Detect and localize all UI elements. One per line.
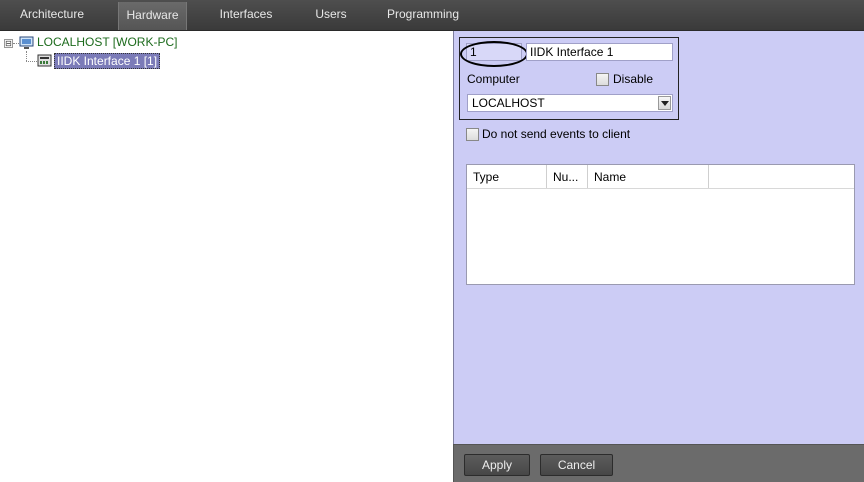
interface-module-icon <box>37 54 52 67</box>
cancel-button[interactable]: Cancel <box>540 454 613 476</box>
tab-architecture[interactable]: Architecture <box>8 0 96 30</box>
apply-button[interactable]: Apply <box>464 454 530 476</box>
monitor-icon <box>19 36 34 49</box>
chevron-down-icon[interactable] <box>658 96 671 110</box>
tab-users[interactable]: Users <box>305 0 357 30</box>
events-grid[interactable]: Type Nu... Name <box>466 164 855 285</box>
settings-panel: 1 IIDK Interface 1 Computer Disable LOCA… <box>453 31 864 444</box>
no-events-label: Do not send events to client <box>482 127 631 141</box>
object-settings-box: 1 IIDK Interface 1 Computer Disable LOCA… <box>459 37 679 120</box>
column-header-type[interactable]: Type <box>467 165 547 188</box>
action-bar: Apply Cancel <box>453 444 864 482</box>
main-tab-bar: Architecture Hardware Interfaces Users P… <box>0 0 864 31</box>
disable-label: Disable <box>613 72 654 86</box>
tab-interfaces[interactable]: Interfaces <box>210 0 282 30</box>
disable-checkbox[interactable] <box>596 73 609 86</box>
no-events-checkbox[interactable] <box>466 128 479 141</box>
column-header-name[interactable]: Name <box>588 165 709 188</box>
column-header-number[interactable]: Nu... <box>547 165 588 188</box>
tree-root-label: LOCALHOST [WORK-PC] <box>37 35 178 49</box>
hardware-tree: ⊟ LOCALHOST [WORK-PC] IIDK Interface 1 [… <box>0 31 453 481</box>
collapse-icon[interactable]: ⊟ <box>4 39 13 48</box>
computer-select-value: LOCALHOST <box>472 96 545 110</box>
grid-header: Type Nu... Name <box>467 165 854 189</box>
tree-child-label: IIDK Interface 1 [1] <box>54 53 161 69</box>
computer-label: Computer <box>467 72 520 86</box>
object-name-field[interactable]: IIDK Interface 1 <box>526 43 673 61</box>
tab-hardware[interactable]: Hardware <box>118 2 187 30</box>
computer-select[interactable]: LOCALHOST <box>467 94 673 112</box>
highlight-ellipse <box>460 41 528 67</box>
tab-programming[interactable]: Programming <box>386 0 460 30</box>
